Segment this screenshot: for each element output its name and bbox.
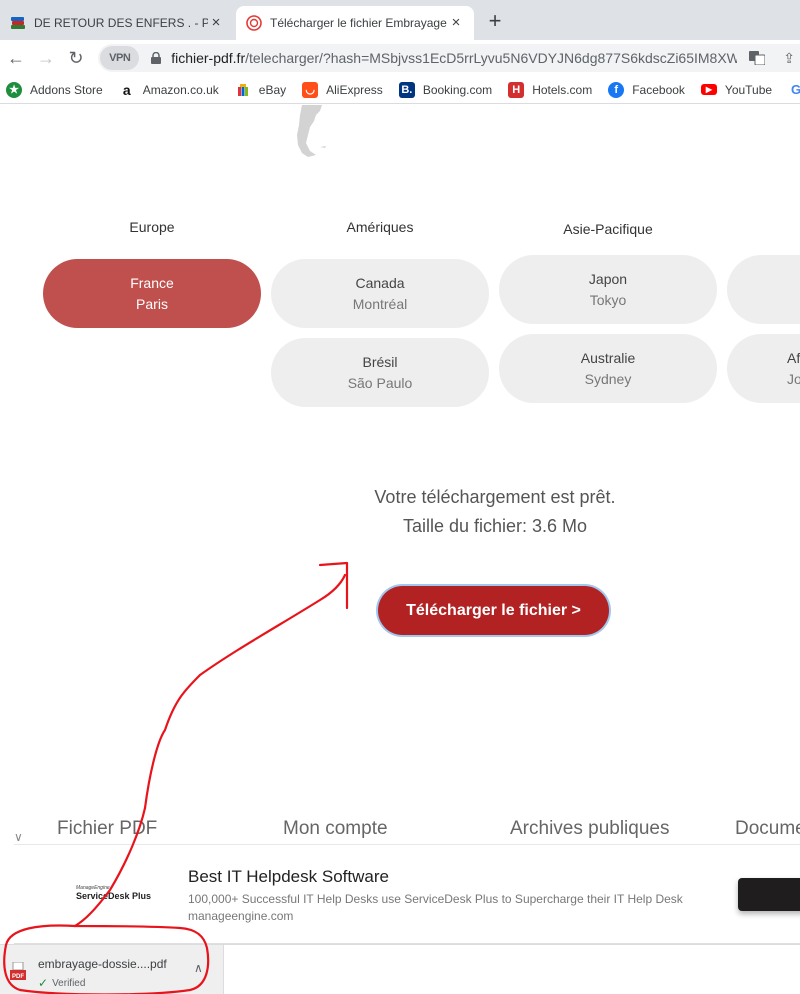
booking-icon: B. [398, 81, 415, 98]
server-location-australie[interactable]: Australie Sydney [499, 334, 717, 403]
server-location-canada[interactable]: Canada Montréal [271, 259, 489, 328]
region-label-ameriques: Amériques [346, 219, 414, 235]
facebook-icon: f [608, 81, 625, 98]
bookmark-facebook[interactable]: f Facebook [608, 81, 685, 98]
bookmark-booking[interactable]: B. Booking.com [398, 81, 492, 98]
tab-title: DE RETOUR DES ENFERS . - Page [34, 16, 208, 30]
download-item[interactable]: PDF embrayage-dossie....pdf ✓ Verified ∧ [0, 945, 224, 994]
file-size-text: Taille du fichier: 3.6 Mo [402, 516, 588, 536]
reload-button[interactable]: ↻ [62, 44, 90, 72]
back-button[interactable]: ← [2, 44, 30, 72]
server-location-partial-top[interactable] [727, 255, 800, 324]
server-location-japon[interactable]: Japon Tokyo [499, 255, 717, 324]
servicedesk-plus-logo: ManageEngine ServiceDesk Plus [76, 885, 152, 901]
bookmark-google[interactable]: G G [788, 82, 800, 98]
server-location-afrique-du-sud[interactable]: Af Jo [727, 334, 800, 403]
download-ready-message: Votre téléchargement est prêt. Taille du… [300, 483, 690, 541]
google-icon: G [788, 82, 800, 98]
region-label-europe: Europe [129, 219, 175, 235]
download-status: ✓ Verified [38, 976, 86, 990]
addons-store-icon: ★ [6, 81, 22, 98]
server-location-france[interactable]: France Paris [43, 259, 261, 328]
vpn-badge[interactable]: VPN [100, 46, 140, 70]
forward-button[interactable]: → [32, 44, 60, 72]
bookmark-amazon[interactable]: a Amazon.co.uk [119, 82, 219, 98]
youtube-icon: ▶ [700, 84, 717, 95]
footer-link-documents[interactable]: Documents [735, 818, 800, 840]
bookmark-youtube[interactable]: ▶ YouTube [700, 83, 772, 97]
bookmark-hotels[interactable]: H Hotels.com [508, 81, 592, 98]
ad-title[interactable]: Best IT Helpdesk Software [188, 867, 389, 887]
tab-strip: DE RETOUR DES ENFERS . - Page × Téléchar… [0, 0, 800, 40]
pdf-file-icon: PDF [10, 962, 26, 980]
ad-description: 100,000+ Successful IT Help Desks use Se… [188, 892, 683, 923]
annotation-arrowhead [318, 561, 349, 610]
server-location-bresil[interactable]: Brésil São Paulo [271, 338, 489, 407]
tab-telecharger-fichier[interactable]: Télécharger le fichier Embrayage × [236, 6, 474, 40]
close-tab-icon[interactable]: × [448, 15, 464, 31]
ad-cta-button[interactable] [738, 878, 800, 911]
bookmark-addons-store[interactable]: ★ Addons Store [6, 81, 103, 98]
footer-link-fichier-pdf[interactable]: Fichier PDF [57, 818, 157, 840]
lock-icon[interactable] [149, 51, 163, 65]
hotels-icon: H [508, 81, 525, 98]
footer-nav: Fichier PDF Mon compte Archives publique… [0, 818, 800, 840]
annotation-arrow-curve [143, 573, 347, 810]
ebay-icon [235, 82, 251, 98]
footer-link-mon-compte[interactable]: Mon compte [283, 818, 388, 840]
new-tab-button[interactable]: + [484, 10, 506, 34]
download-file-button[interactable]: Télécharger le fichier > [378, 586, 609, 635]
translate-icon[interactable] [747, 47, 769, 69]
svg-text:PDF: PDF [12, 974, 24, 980]
bookmark-ebay[interactable]: eBay [235, 82, 286, 98]
download-filename: embrayage-dossie....pdf [38, 957, 167, 971]
bookmark-aliexpress[interactable]: ◡ AliExpress [302, 81, 383, 98]
chevron-up-icon[interactable]: ∧ [194, 961, 203, 975]
aliexpress-icon: ◡ [302, 81, 319, 98]
amazon-icon: a [122, 81, 131, 98]
fichier-pdf-icon [246, 15, 262, 31]
footer-link-archives-publiques[interactable]: Archives publiques [510, 818, 669, 840]
world-map-fragment [297, 105, 326, 157]
url-text[interactable]: fichier-pdf.fr/telecharger/?hash=MSbjvss… [171, 50, 736, 66]
browser-toolbar: ← → ↻ VPN fichier-pdf.fr/telecharger/?ha… [0, 40, 800, 76]
books-icon [10, 15, 26, 31]
check-icon: ✓ [38, 976, 49, 990]
download-shelf: PDF embrayage-dossie....pdf ✓ Verified ∧ [0, 944, 800, 994]
ad-collapse-chevron-icon[interactable]: ∨ [14, 830, 23, 844]
tab-title: Télécharger le fichier Embrayage [270, 16, 447, 30]
ready-text: Votre téléchargement est prêt. [374, 487, 616, 507]
ad-banner[interactable]: ManageEngine ServiceDesk Plus Best IT He… [14, 844, 800, 944]
region-label-asie-pacifique: Asie-Pacifique [563, 221, 653, 237]
tab-de-retour-des-enfers[interactable]: DE RETOUR DES ENFERS . - Page × [0, 6, 234, 40]
close-tab-icon[interactable]: × [208, 15, 224, 31]
bookmarks-bar: ★ Addons Store a Amazon.co.uk eBay ◡ Ali… [0, 76, 800, 104]
address-bar[interactable]: VPN fichier-pdf.fr/telecharger/?hash=MSb… [98, 44, 800, 72]
share-icon[interactable]: ⇪ [778, 47, 800, 69]
